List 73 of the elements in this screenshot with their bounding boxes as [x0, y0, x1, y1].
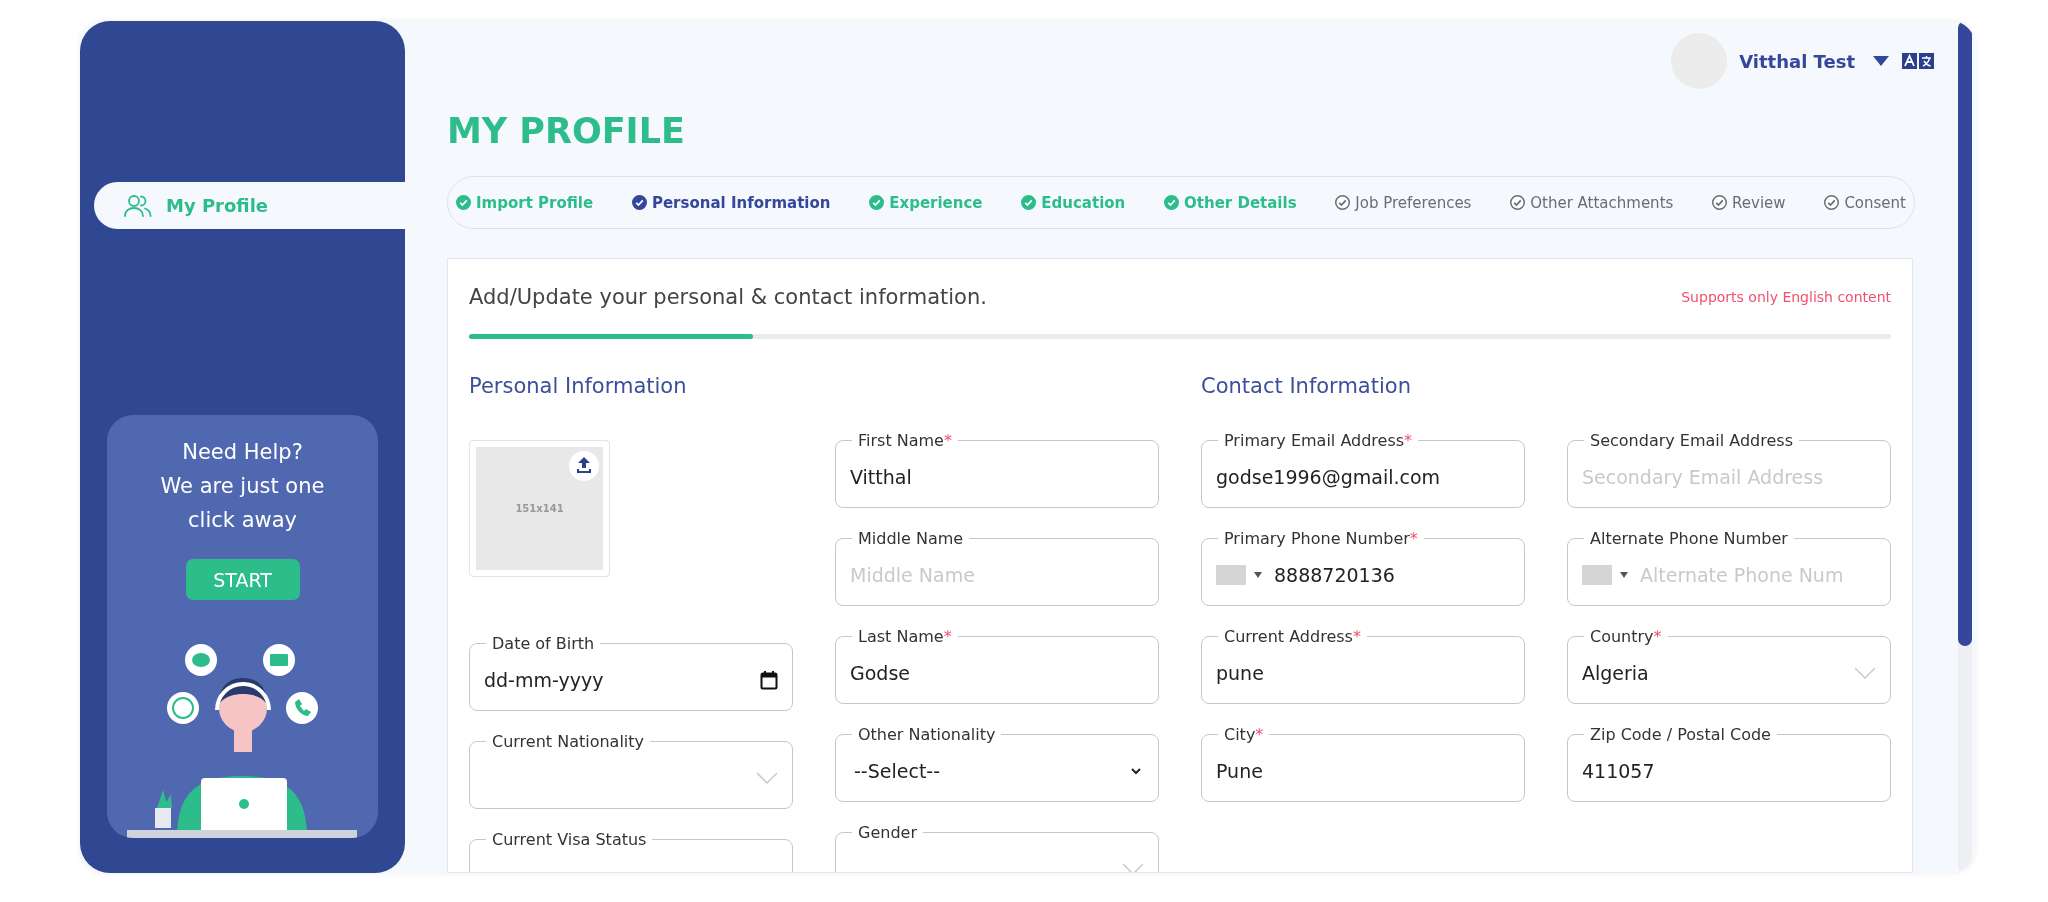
- input-field[interactable]: Last Name* Godse: [835, 627, 1159, 704]
- upload-icon[interactable]: [569, 451, 599, 481]
- field-label: Gender: [857, 823, 918, 842]
- input-field[interactable]: Zip Code / Postal Code 411057: [1567, 725, 1891, 802]
- field-label: Primary Email Address*: [1223, 431, 1414, 450]
- page-title: MY PROFILE: [447, 111, 686, 151]
- check-circle-icon: [456, 195, 471, 210]
- input-field[interactable]: Primary Email Address* godse1996@gmail.com: [1201, 431, 1525, 508]
- text-input[interactable]: pune: [1216, 659, 1510, 687]
- calendar-icon[interactable]: [760, 670, 778, 690]
- phone-field[interactable]: Alternate Phone Number Alternate Phone Num: [1567, 529, 1891, 606]
- field-label: Current Visa Status: [491, 830, 648, 849]
- field-label: City*: [1223, 725, 1265, 744]
- text-input[interactable]: Godse: [850, 659, 1144, 687]
- text-input[interactable]: Middle Name: [850, 561, 1144, 589]
- check-circle-icon: [1335, 195, 1351, 210]
- input-field[interactable]: Current Visa Status: [469, 830, 793, 872]
- input-field[interactable]: Secondary Email Address Secondary Email Address: [1567, 431, 1891, 508]
- intro-text: Add/Update your personal & contact information.: [469, 285, 987, 309]
- check-circle-icon: [1510, 195, 1526, 210]
- help-text: Need Help? We are just one click away: [160, 439, 325, 534]
- date-field[interactable]: Date of Birth dd-mm-yyyy: [469, 634, 793, 711]
- select-field[interactable]: Country* Algeria: [1567, 627, 1891, 704]
- field-label: Current Nationality: [491, 732, 646, 751]
- input-field[interactable]: Middle Name Middle Name: [835, 529, 1159, 606]
- caret-icon[interactable]: [1254, 572, 1262, 578]
- field-label: First Name*: [857, 431, 953, 450]
- step-tab[interactable]: Job Preferences: [1335, 193, 1472, 212]
- input-field[interactable]: Current Address* pune: [1201, 627, 1525, 704]
- field-label: Last Name*: [857, 627, 953, 646]
- section-heading: Personal Information: [469, 373, 688, 399]
- field-label: Other Nationality: [857, 725, 997, 744]
- check-circle-icon: [1712, 195, 1728, 210]
- caret-icon[interactable]: [1873, 56, 1889, 66]
- step-tab[interactable]: Review: [1712, 193, 1786, 212]
- photo-size-text: 151x141: [515, 503, 564, 514]
- input-field[interactable]: First Name* Vitthal: [835, 431, 1159, 508]
- input-field[interactable]: City* Pune: [1201, 725, 1525, 802]
- check-circle-icon: [1164, 195, 1180, 210]
- check-circle-icon: [869, 195, 885, 210]
- text-input[interactable]: Vitthal: [850, 463, 1144, 491]
- step-tab[interactable]: Personal Information: [631, 193, 831, 212]
- scrollbar[interactable]: [1958, 21, 1972, 873]
- step-tab[interactable]: Other Attachments: [1510, 193, 1674, 212]
- check-circle-icon: [1021, 195, 1037, 210]
- check-circle-icon: [631, 195, 647, 210]
- text-input[interactable]: godse1996@gmail.com: [1216, 463, 1510, 491]
- text-input[interactable]: 411057: [1582, 757, 1876, 785]
- field-label: Middle Name: [857, 529, 965, 548]
- field-label: Date of Birth: [491, 634, 596, 653]
- dropdown[interactable]: --Select--: [850, 759, 1144, 783]
- translate-icon[interactable]: [1901, 51, 1935, 71]
- text-input[interactable]: Pune: [1216, 757, 1510, 785]
- select-field[interactable]: Current Nationality: [469, 732, 793, 809]
- users-icon: [124, 193, 152, 218]
- select-field[interactable]: Gender: [835, 823, 1159, 872]
- phone-input[interactable]: Alternate Phone Num: [1640, 561, 1876, 589]
- field-label: Zip Code / Postal Code: [1589, 725, 1772, 744]
- field-label: Alternate Phone Number: [1589, 529, 1789, 548]
- field-label: Primary Phone Number*: [1223, 529, 1419, 548]
- field-label: Current Address*: [1223, 627, 1362, 646]
- language-note: Supports only English content: [1681, 289, 1891, 305]
- caret-icon[interactable]: [1620, 572, 1628, 578]
- user-name[interactable]: Vitthal Test: [1739, 50, 1855, 72]
- select-field[interactable]: Other Nationality --Select--: [835, 725, 1159, 802]
- field-label: Secondary Email Address: [1589, 431, 1794, 450]
- check-circle-icon: [1824, 195, 1840, 210]
- field-label: Country*: [1589, 627, 1663, 646]
- text-input[interactable]: Secondary Email Address: [1582, 463, 1876, 491]
- phone-input[interactable]: 8888720136: [1274, 561, 1510, 589]
- section-heading: Contact Information: [1201, 373, 1412, 399]
- phone-field[interactable]: Primary Phone Number* 8888720136: [1201, 529, 1525, 606]
- step-tab[interactable]: Consent: [1824, 193, 1906, 212]
